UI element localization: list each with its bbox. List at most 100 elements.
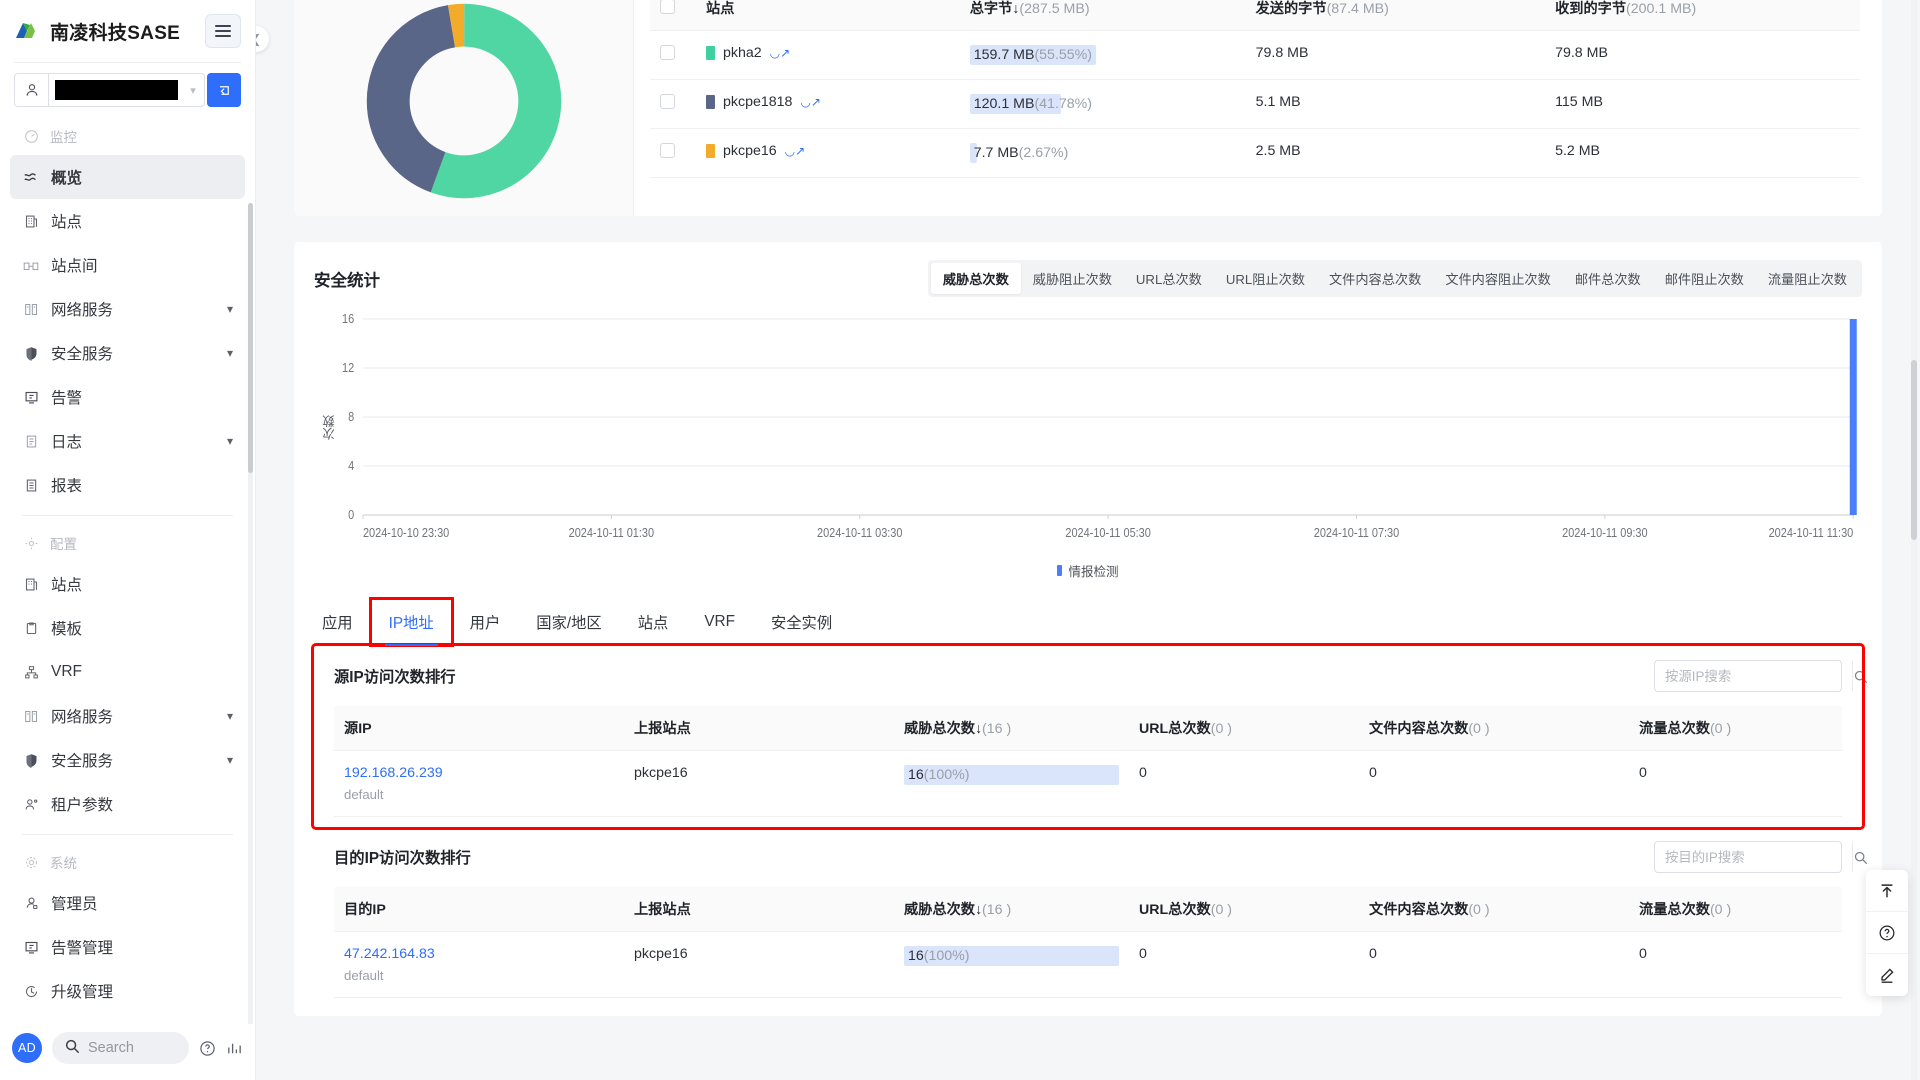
seg-traffic-blocked[interactable]: 流量阻止次数 <box>1756 263 1859 294</box>
main-scrollbar-thumb[interactable] <box>1911 360 1917 540</box>
row-total-cell: 7.7 MB(2.67%) <box>959 128 1246 178</box>
scroll-to-top-icon[interactable] <box>1866 870 1908 912</box>
checkbox-icon[interactable] <box>660 0 675 14</box>
search-icon[interactable] <box>1852 842 1868 872</box>
tab-site[interactable]: 站点 <box>620 599 687 645</box>
sidebar-item-overview[interactable]: 概览 <box>10 155 245 199</box>
tab-vrf[interactable]: VRF <box>686 599 753 645</box>
checkbox-icon[interactable] <box>660 143 675 158</box>
col-dest-ip[interactable]: 目的IP <box>334 887 624 932</box>
sidebar-item-upgrade-management[interactable]: 升级管理 <box>10 969 245 1013</box>
search-input[interactable]: Search <box>52 1032 189 1064</box>
seg-file-total[interactable]: 文件内容总次数 <box>1317 263 1433 294</box>
seg-url-blocked[interactable]: URL阻止次数 <box>1214 263 1317 294</box>
row-site-cell: pkha2 ◡↗ <box>696 30 960 80</box>
question-circle-icon[interactable] <box>1866 912 1908 954</box>
col-flow-total[interactable]: 流量总次数(0 ) <box>1629 706 1842 751</box>
sidebar-item-site-to-site[interactable]: 站点间 <box>10 243 245 287</box>
sidebar-item-label: 告警管理 <box>51 940 114 957</box>
tenant-select[interactable]: ▾ <box>14 73 205 107</box>
report-icon <box>22 476 40 494</box>
alarm-icon <box>22 388 40 406</box>
threat-value: 16 <box>908 767 924 783</box>
sidebar-item-template[interactable]: 模板 <box>10 606 245 650</box>
sidebar-item-vrf[interactable]: VRF <box>10 650 245 694</box>
bar-chart-icon[interactable] <box>226 1040 243 1057</box>
sidebar-item-alarm-management[interactable]: 告警管理 <box>10 925 245 969</box>
table-row[interactable]: 47.242.164.83 default pkcpe16 16(100%) 0 <box>334 931 1842 998</box>
checkbox-icon[interactable] <box>660 45 675 60</box>
sidebar-item-config-site[interactable]: 站点 <box>10 562 245 606</box>
y-axis-tick: 4 <box>348 459 355 473</box>
total-pct: (2.67%) <box>1018 145 1069 161</box>
col-site[interactable]: 站点 <box>696 0 960 31</box>
search-icon[interactable] <box>1852 661 1868 691</box>
tab-country-region[interactable]: 国家/地区 <box>518 599 619 645</box>
tab-user[interactable]: 用户 <box>452 599 519 645</box>
col-report-site[interactable]: 上报站点 <box>624 887 894 932</box>
hamburger-icon[interactable] <box>205 14 241 48</box>
table-row[interactable]: pkcpe16 ◡↗ 7.7 MB(2.67%) 2.5 MB 5.2 MB <box>650 128 1860 178</box>
col-recv-bytes[interactable]: 收到的字节(200.1 MB) <box>1545 0 1860 31</box>
table-row[interactable]: 192.168.26.239 default pkcpe16 16(100%) <box>334 750 1842 817</box>
tab-application[interactable]: 应用 <box>316 599 371 645</box>
source-ip-table: 源IP 上报站点 威胁总次数↓(16 ) URL总次数(0 ) 文件内容总次数(… <box>334 706 1842 817</box>
nav-group-system: 系统 <box>0 843 255 881</box>
x-axis-tick: 2024-10-11 05:30 <box>1065 526 1151 540</box>
sidebar-item-admin[interactable]: 管理员 <box>10 881 245 925</box>
seg-mail-blocked[interactable]: 邮件阻止次数 <box>1653 263 1756 294</box>
edit-pencil-icon[interactable] <box>1866 954 1908 996</box>
chevron-down-icon: ▾ <box>226 753 233 767</box>
sidebar-item-report[interactable]: 报表 <box>10 463 245 507</box>
col-threat-total[interactable]: 威胁总次数↓(16 ) <box>894 706 1129 751</box>
network-service-icon <box>22 300 40 318</box>
external-link-icon[interactable]: ◡↗ <box>800 95 821 109</box>
col-threat-total[interactable]: 威胁总次数↓(16 ) <box>894 887 1129 932</box>
table-row[interactable]: pkha2 ◡↗ 159.7 MB(55.55%) 79.8 MB 79.8 M… <box>650 30 1860 80</box>
source-ip-search-input[interactable] <box>1655 668 1852 684</box>
seg-file-blocked[interactable]: 文件内容阻止次数 <box>1433 263 1563 294</box>
seg-threat-blocked[interactable]: 威胁阻止次数 <box>1021 263 1124 294</box>
table-row[interactable]: pkcpe1818 ◡↗ 120.1 MB(41.78%) 5.1 MB 115… <box>650 79 1860 129</box>
sidebar-item-tenant-params[interactable]: 租户参数 <box>10 782 245 826</box>
total-value: 120.1 MB <box>973 96 1035 112</box>
avatar[interactable]: AD <box>12 1033 42 1063</box>
sidebar-item-config-security-service[interactable]: 安全服务 ▾ <box>10 738 245 782</box>
enter-arrow-icon[interactable] <box>207 73 241 107</box>
col-source-ip[interactable]: 源IP <box>334 706 624 751</box>
col-sent-bytes[interactable]: 发送的字节(87.4 MB) <box>1245 0 1546 31</box>
dest-ip-link[interactable]: 47.242.164.83 <box>344 946 614 962</box>
sidebar-item-license-management[interactable]: 许可管理 <box>10 1013 245 1024</box>
sidebar-item-site[interactable]: 站点 <box>10 199 245 243</box>
col-file-total[interactable]: 文件内容总次数(0 ) <box>1359 706 1629 751</box>
sidebar-item-config-network-service[interactable]: 网络服务 ▾ <box>10 694 245 738</box>
col-total-bytes[interactable]: 总字节↓(287.5 MB) <box>959 0 1246 31</box>
col-report-site[interactable]: 上报站点 <box>624 706 894 751</box>
dest-ip-search-input[interactable] <box>1655 849 1852 865</box>
checkbox-icon[interactable] <box>660 94 675 109</box>
external-link-icon[interactable]: ◡↗ <box>785 144 806 158</box>
sidebar-item-network-service[interactable]: 网络服务 ▾ <box>10 287 245 331</box>
sidebar-item-log[interactable]: 日志 ▾ <box>10 419 245 463</box>
question-circle-icon[interactable] <box>199 1040 216 1057</box>
col-url-total[interactable]: URL总次数(0 ) <box>1129 706 1359 751</box>
threat-pct: (100%) <box>923 948 970 964</box>
x-axis-tick: 2024-10-11 11:30 <box>1769 526 1854 540</box>
col-flow-total[interactable]: 流量总次数(0 ) <box>1629 887 1842 932</box>
col-file-total[interactable]: 文件内容总次数(0 ) <box>1359 887 1629 932</box>
chevron-left-icon[interactable]: ❮ <box>256 26 269 52</box>
dest-ip-table-body: 47.242.164.83 default pkcpe16 16(100%) 0 <box>334 931 1842 998</box>
seg-threat-total[interactable]: 威胁总次数 <box>930 263 1021 294</box>
external-link-icon[interactable]: ◡↗ <box>770 46 791 60</box>
tab-security-instance[interactable]: 安全实例 <box>753 599 850 645</box>
row-sent-cell: 79.8 MB <box>1245 30 1546 80</box>
source-ip-link[interactable]: 192.168.26.239 <box>344 765 614 781</box>
tab-ip-address[interactable]: IP地址 <box>368 597 454 647</box>
seg-url-total[interactable]: URL总次数 <box>1124 263 1214 294</box>
sidebar-scrollbar-thumb[interactable] <box>248 203 253 473</box>
seg-mail-total[interactable]: 邮件总次数 <box>1563 263 1653 294</box>
sidebar-item-security-service[interactable]: 安全服务 ▾ <box>10 331 245 375</box>
cell-report-site: pkcpe16 <box>624 931 894 998</box>
sidebar-item-alarm[interactable]: 告警 <box>10 375 245 419</box>
col-url-total[interactable]: URL总次数(0 ) <box>1129 887 1359 932</box>
